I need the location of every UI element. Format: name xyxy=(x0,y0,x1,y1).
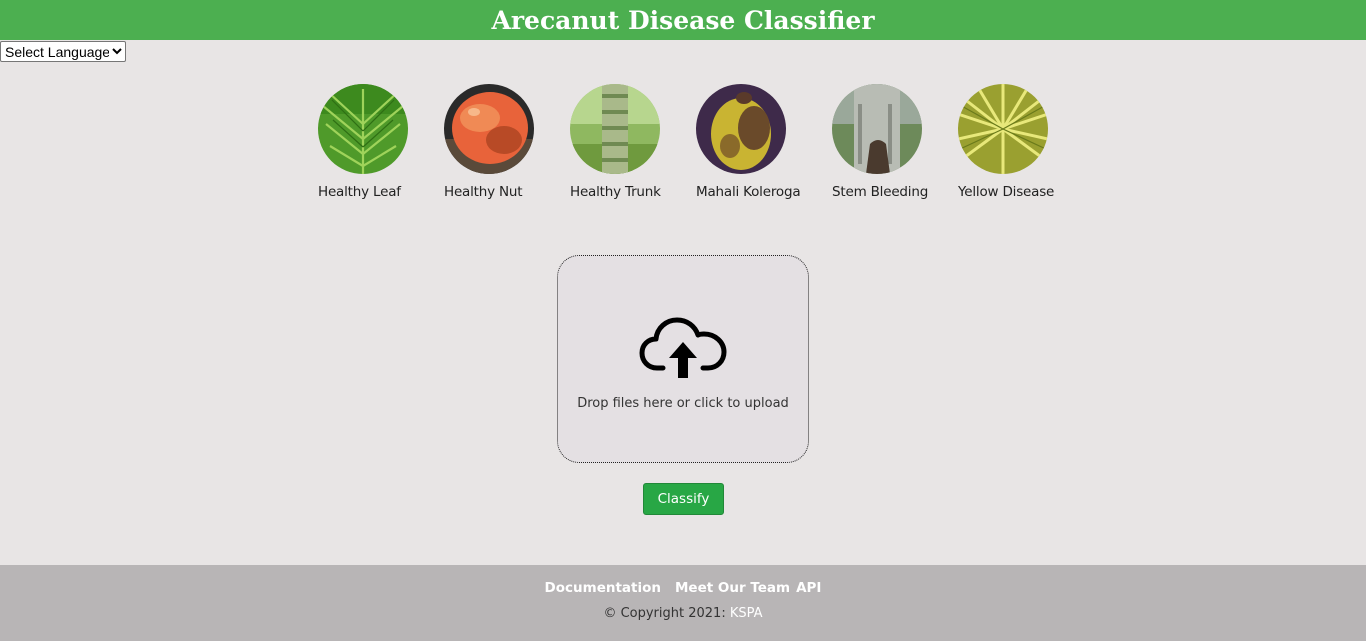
category-yellow-disease[interactable]: Yellow Disease xyxy=(958,84,1054,200)
page-title: Arecanut Disease Classifier xyxy=(491,5,875,35)
classify-button[interactable]: Classify xyxy=(643,483,724,515)
page-header: Arecanut Disease Classifier xyxy=(0,0,1366,40)
category-healthy-leaf[interactable]: Healthy Leaf xyxy=(318,84,408,200)
category-label: Healthy Nut xyxy=(444,184,523,200)
dropzone-text: Drop files here or click to upload xyxy=(577,396,789,411)
copyright-text: © Copyright 2021: xyxy=(603,606,730,621)
documentation-link[interactable]: Documentation xyxy=(545,580,661,596)
yellow-disease-image xyxy=(958,84,1048,174)
meet-our-team-link[interactable]: Meet Our Team xyxy=(675,580,790,596)
healthy-nut-image xyxy=(444,84,534,174)
stem-bleeding-image xyxy=(832,84,922,174)
cloud-upload-icon xyxy=(639,317,727,378)
healthy-leaf-image xyxy=(318,84,408,174)
mahali-koleroga-image xyxy=(696,84,786,174)
category-mahali-koleroga[interactable]: Mahali Koleroga xyxy=(696,84,801,200)
category-label: Healthy Leaf xyxy=(318,184,401,200)
footer-links: Documentation Meet Our Team API xyxy=(0,580,1366,596)
kspa-link[interactable]: KSPA xyxy=(730,606,763,621)
page-footer: Documentation Meet Our Team API © Copyrigh… xyxy=(0,565,1366,641)
category-label: Stem Bleeding xyxy=(832,184,929,200)
file-dropzone[interactable]: Drop files here or click to upload xyxy=(557,255,809,463)
healthy-trunk-image xyxy=(570,84,660,174)
category-healthy-trunk[interactable]: Healthy Trunk xyxy=(570,84,661,200)
api-link[interactable]: API xyxy=(796,580,821,596)
category-label: Yellow Disease xyxy=(958,184,1055,200)
language-select[interactable]: Select Language xyxy=(0,41,126,62)
category-label: Healthy Trunk xyxy=(570,184,661,200)
category-stem-bleeding[interactable]: Stem Bleeding xyxy=(832,84,928,200)
category-label: Mahali Koleroga xyxy=(696,184,801,200)
disease-categories: Healthy Leaf Healthy Nut Healthy Trunk M… xyxy=(0,84,1366,204)
category-healthy-nut[interactable]: Healthy Nut xyxy=(444,84,534,200)
copyright: © Copyright 2021: KSPA xyxy=(0,606,1366,621)
